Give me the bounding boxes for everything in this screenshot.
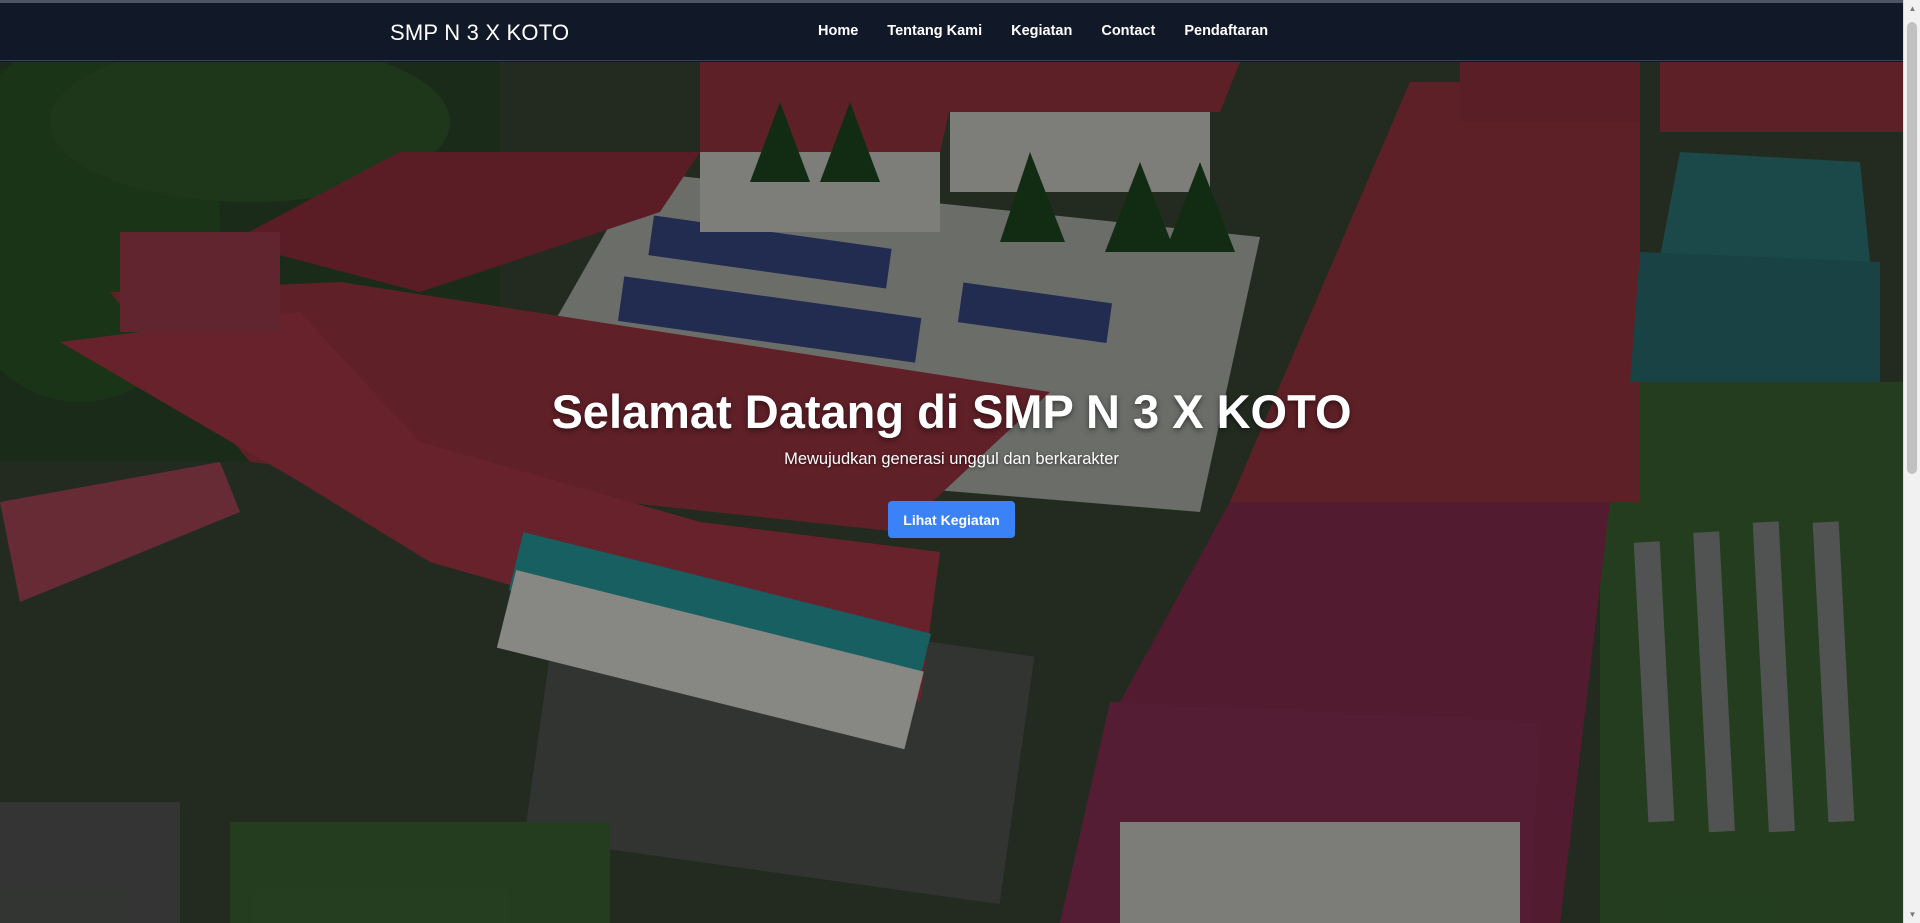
- site-brand[interactable]: SMP N 3 X KOTO: [390, 20, 569, 46]
- nav-link-kegiatan[interactable]: Kegiatan: [1011, 23, 1072, 39]
- hero-content: Selamat Datang di SMP N 3 X KOTO Mewujud…: [0, 62, 1903, 923]
- hero-section: Selamat Datang di SMP N 3 X KOTO Mewujud…: [0, 62, 1903, 923]
- lihat-kegiatan-button[interactable]: Lihat Kegiatan: [888, 501, 1015, 538]
- nav-link-contact[interactable]: Contact: [1101, 23, 1155, 39]
- nav-links: Home Tentang Kami Kegiatan Contact Penda…: [818, 23, 1268, 39]
- page-scrollbar[interactable]: ▲ ▼: [1903, 0, 1920, 923]
- scroll-up-arrow-icon[interactable]: ▲: [1904, 0, 1920, 17]
- hero-title: Selamat Datang di SMP N 3 X KOTO: [551, 385, 1352, 438]
- scroll-down-arrow-icon[interactable]: ▼: [1904, 906, 1920, 923]
- nav-link-tentang-kami[interactable]: Tentang Kami: [887, 23, 982, 39]
- hero-subtitle: Mewujudkan generasi unggul dan berkarakt…: [784, 450, 1119, 468]
- scroll-thumb[interactable]: [1907, 22, 1917, 474]
- navbar: SMP N 3 X KOTO Home Tentang Kami Kegiata…: [0, 3, 1903, 61]
- nav-link-home[interactable]: Home: [818, 23, 858, 39]
- nav-link-pendaftaran[interactable]: Pendaftaran: [1184, 23, 1268, 39]
